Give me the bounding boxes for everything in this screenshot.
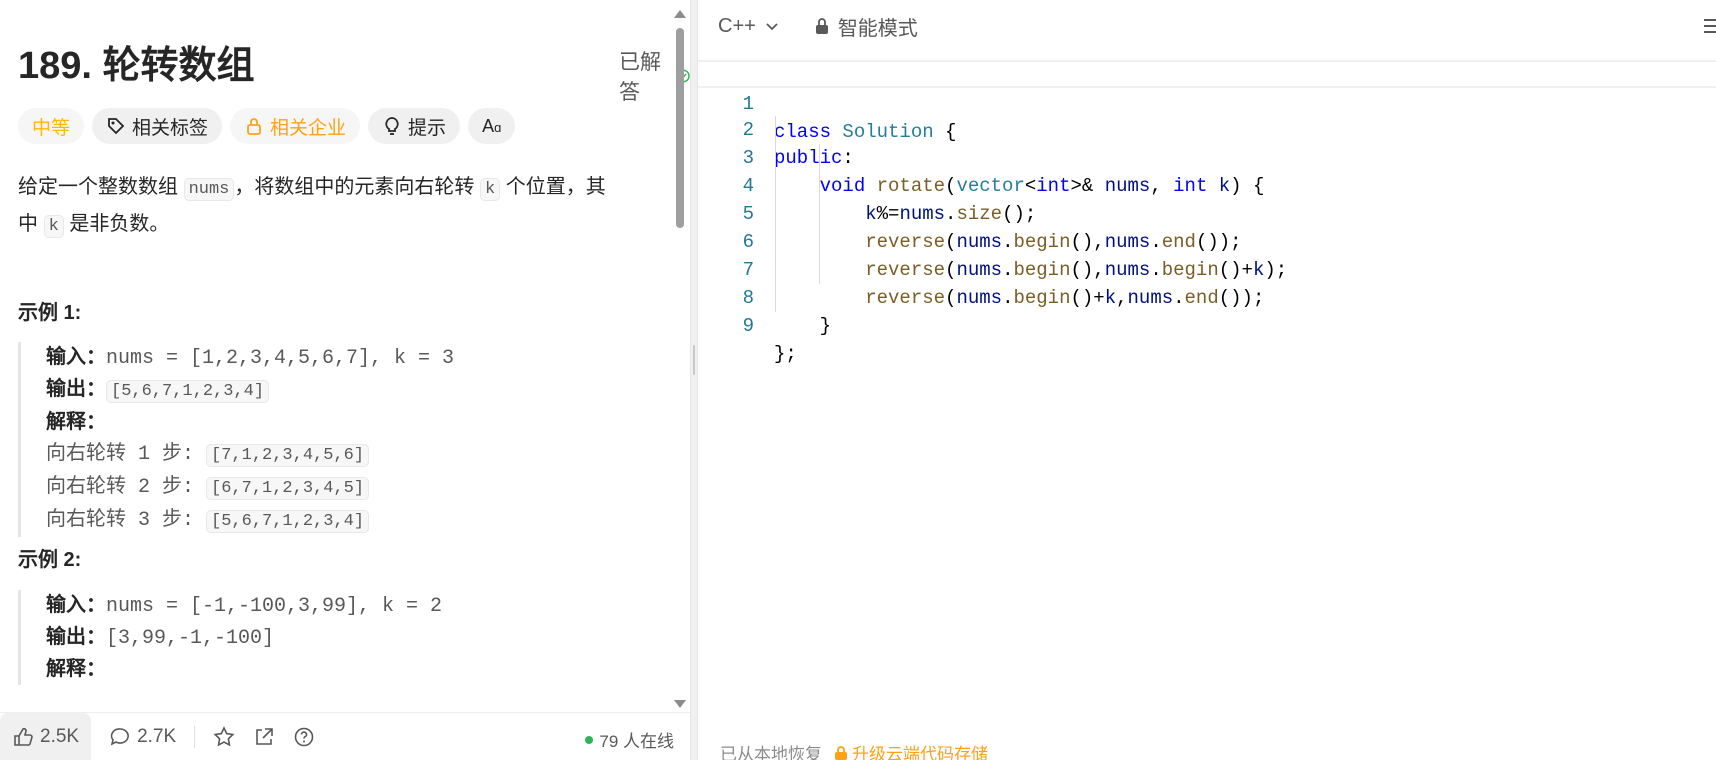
output-label: 输出： <box>46 378 106 400</box>
online-dot-icon <box>585 735 594 744</box>
lock-icon <box>815 18 828 34</box>
lock-icon <box>835 745 847 760</box>
translate-button[interactable]: Aɑ <box>468 108 516 144</box>
input-label: 输入： <box>46 594 106 616</box>
step-text: 向右轮转 3 步: <box>46 509 207 532</box>
hint-label: 提示 <box>408 117 447 139</box>
lock-icon <box>247 118 261 135</box>
comment-count: 2.7K <box>137 726 177 747</box>
resize-grip-icon[interactable] <box>693 345 695 375</box>
editor-footer: 已从本地恢复 升级云端代码存储 <box>720 740 988 760</box>
restored-status: 已从本地恢复 <box>720 745 822 760</box>
panel-resizer[interactable] <box>690 0 698 760</box>
step-value: [7,1,2,3,4,5,6] <box>206 444 370 467</box>
difficulty-label: 中等 <box>32 117 71 139</box>
comment-icon <box>110 728 129 746</box>
solved-label: 已解答 <box>619 51 661 104</box>
step-text: 向右轮转 2 步: <box>46 476 207 499</box>
comments-button[interactable]: 2.7K <box>109 726 176 748</box>
difficulty-tag[interactable]: 中等 <box>18 108 85 144</box>
desc-text: 中 <box>18 213 44 235</box>
code-text: }; <box>774 343 797 365</box>
divider <box>194 726 196 748</box>
code-line[interactable]: 1 class Solution { <box>698 60 1716 143</box>
language-label: C++ <box>718 14 756 37</box>
scroll-down-arrow-icon[interactable] <box>674 700 686 708</box>
chevron-down-icon <box>766 23 778 31</box>
scroll-up-arrow-icon[interactable] <box>674 10 686 18</box>
thumbs-up-icon <box>14 727 33 746</box>
share-icon <box>256 728 273 745</box>
share-button[interactable] <box>253 726 275 748</box>
smart-mode-toggle[interactable]: 智能模式 <box>814 12 918 41</box>
inline-code: nums <box>183 178 235 201</box>
code-line[interactable]: 5 reverse(nums.begin(),nums.end()); <box>698 172 1716 253</box>
example-2-heading: 示例 2: <box>18 549 82 571</box>
output-value: [5,6,7,1,2,3,4] <box>106 380 270 403</box>
code-line[interactable]: 8 } <box>698 256 1716 337</box>
code-line[interactable]: 6 reverse(nums.begin(),nums.begin()+k); <box>698 200 1716 281</box>
menu-icon[interactable] <box>1702 16 1716 36</box>
related-tags-label: 相关标签 <box>132 117 209 139</box>
bottom-action-bar: 2.5K 2.7K 79 人在线 <box>0 712 690 760</box>
related-companies-button[interactable]: 相关企业 <box>230 108 361 144</box>
related-companies-label: 相关企业 <box>270 117 347 139</box>
favorite-button[interactable] <box>213 726 235 748</box>
inline-code: k <box>43 215 64 238</box>
star-icon <box>213 726 235 747</box>
input-value: nums = [-1,-100,3,99], k = 2 <box>106 595 443 618</box>
indent-guide <box>819 144 820 284</box>
step-value: [6,7,1,2,3,4,5] <box>206 477 370 500</box>
problem-description: 给定一个整数数组 nums ，将数组中的元素向右轮转 k 个位置，其 中 k 是非… <box>18 170 658 244</box>
code-line[interactable]: 7 reverse(nums.begin()+k,nums.end()); <box>698 228 1716 309</box>
upgrade-storage-link[interactable]: 升级云端代码存储 <box>834 740 988 760</box>
related-tags-button[interactable]: 相关标签 <box>92 108 223 144</box>
input-label: 输入： <box>46 346 106 368</box>
problem-title: 189. 轮转数组 <box>18 45 255 87</box>
problem-panel: 189. 轮转数组 已解答 中等 相关标签 相关企业 提示 Aɑ 给定一个整数数… <box>0 0 690 760</box>
language-selector[interactable]: C++ <box>718 15 780 38</box>
upgrade-label: 升级云端代码存储 <box>852 745 988 760</box>
step-value: [5,6,7,1,2,3,4] <box>206 510 370 533</box>
desc-text: ，将数组中的元素向右轮转 <box>234 176 480 198</box>
output-label: 输出： <box>46 626 106 648</box>
help-button[interactable] <box>293 726 315 748</box>
example-1-heading: 示例 1: <box>18 302 82 324</box>
desc-text: 个位置，其 <box>500 176 606 198</box>
example-1-block: 输入：nums = [1,2,3,4,5,6,7], k = 3 输出： [5,6… <box>18 342 658 537</box>
scrollbar-thumb[interactable] <box>676 28 684 228</box>
like-count: 2.5K <box>40 726 80 747</box>
smart-mode-label: 智能模式 <box>837 17 918 40</box>
online-count: 79 人在线 <box>599 732 674 751</box>
lightbulb-icon <box>385 117 399 135</box>
tag-icon <box>108 118 125 135</box>
tag-row: 中等 相关标签 相关企业 提示 Aɑ <box>18 108 516 144</box>
explain-label: 解释： <box>46 411 106 433</box>
desc-text: 是非负数。 <box>63 213 170 235</box>
code-panel: C++ 智能模式 1 class Solution { 2 public: 3 … <box>698 0 1716 760</box>
translate-icon: Aɑ <box>482 115 502 136</box>
input-value: nums = [1,2,3,4,5,6,7], k = 3 <box>106 347 455 370</box>
online-indicator: 79 人在线 <box>585 727 674 752</box>
hint-button[interactable]: 提示 <box>368 108 461 144</box>
like-button[interactable]: 2.5K <box>0 713 92 760</box>
question-circle-icon <box>294 727 314 747</box>
desc-text: 给定一个整数数组 <box>18 176 184 198</box>
code-text: } <box>774 315 832 337</box>
indent-guide <box>775 116 776 312</box>
code-line[interactable]: 3 void rotate(vector<int>& nums, int k) … <box>698 116 1716 197</box>
output-value: [3,99,-1,-100] <box>106 627 275 650</box>
code-line[interactable]: 4 k%=nums.size(); <box>698 144 1716 225</box>
editor-toolbar: C++ 智能模式 <box>698 0 1716 52</box>
step-text: 向右轮转 1 步: <box>46 443 207 466</box>
explain-label: 解释： <box>46 658 106 680</box>
example-2-block: 输入：nums = [-1,-100,3,99], k = 2 输出：[3,99… <box>18 590 658 685</box>
code-line[interactable]: 2 public: <box>698 88 1716 169</box>
code-editor[interactable]: 1 class Solution { 2 public: 3 void rota… <box>698 60 1716 365</box>
inline-code: k <box>479 178 501 201</box>
line-number: 9 <box>742 315 754 337</box>
code-line[interactable]: 9 }; <box>698 284 1716 365</box>
